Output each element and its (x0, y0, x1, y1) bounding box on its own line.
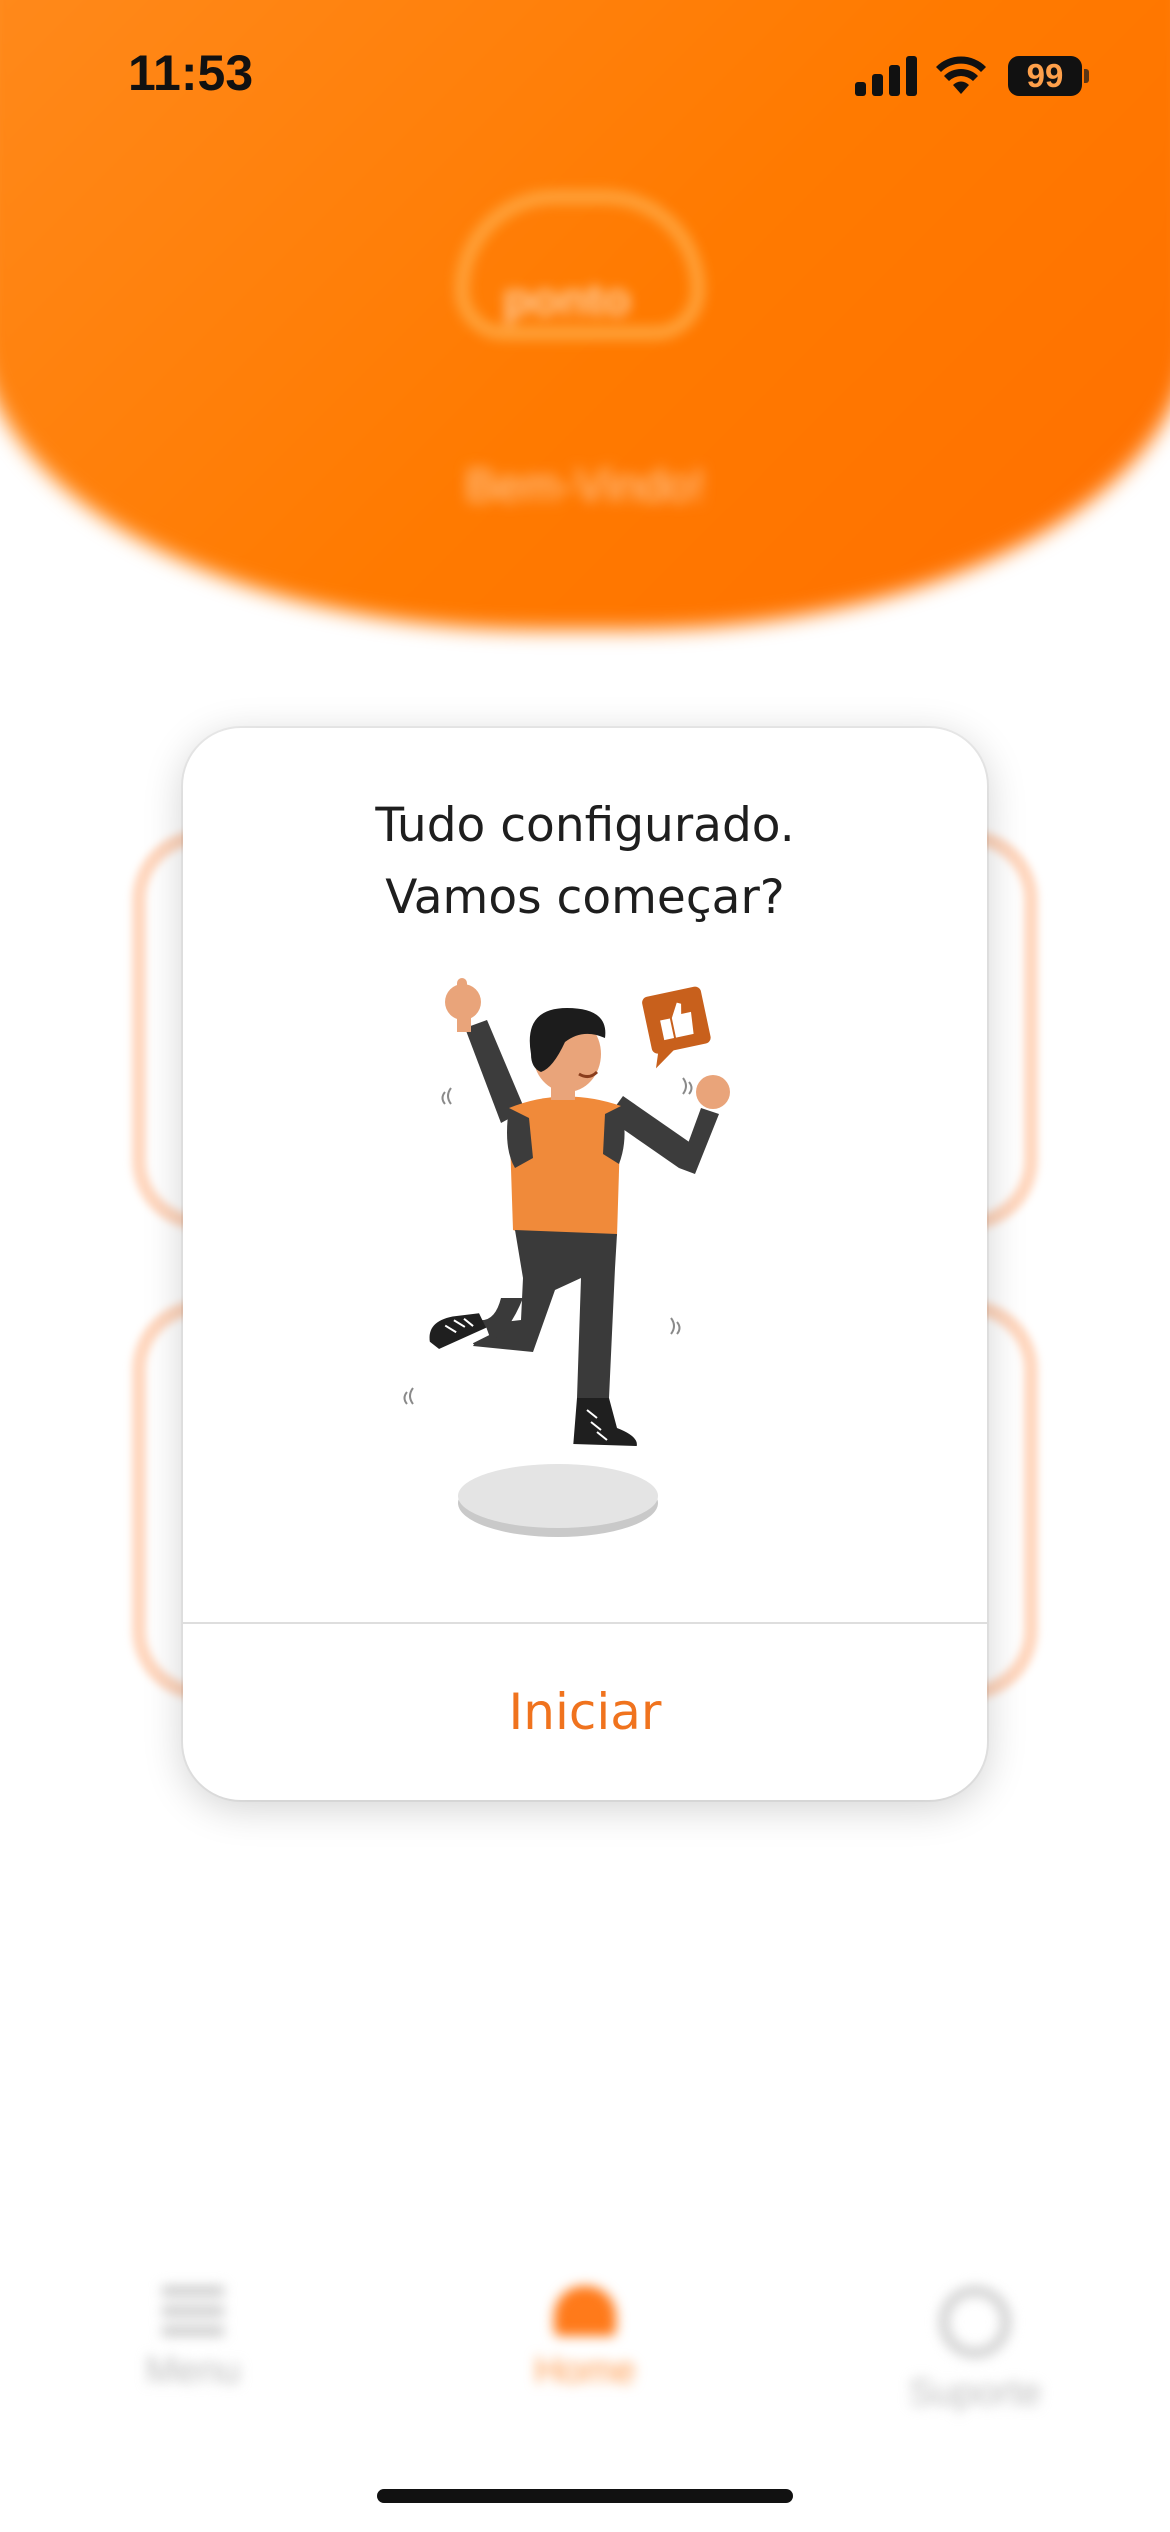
menu-icon (162, 2286, 224, 2336)
wifi-icon (936, 56, 986, 94)
home-indicator[interactable] (377, 2489, 793, 2503)
welcome-text: Bem-Vindo! (465, 459, 705, 511)
tab-label: Home (534, 2350, 636, 2392)
status-bar: 11:53 99 (0, 0, 1170, 150)
logo-wordmark: ponto (503, 273, 631, 325)
dialog-title-line-1: Tudo configurado. (375, 798, 795, 853)
celebrating-person-illustration (403, 978, 730, 1537)
dialog-title: Tudo configurado. Vamos começar? (183, 790, 987, 934)
start-button[interactable]: Iniciar (183, 1624, 987, 1800)
tab-menu[interactable]: Menu (93, 2250, 293, 2393)
app-logo: ponto (455, 190, 705, 340)
signal-icon (855, 56, 917, 96)
help-icon (939, 2286, 1011, 2358)
battery-icon: 99 (1008, 56, 1089, 96)
tab-home[interactable]: Home (485, 2250, 685, 2393)
onboarding-complete-dialog: Tudo configurado. Vamos começar? Iniciar (183, 728, 987, 1800)
dialog-title-line-2: Vamos começar? (385, 870, 785, 925)
tab-label: Suporte (908, 2372, 1042, 2414)
tab-label: Menu (145, 2350, 241, 2392)
status-time: 11:53 (128, 45, 254, 101)
tab-bar: Menu Home Suporte (0, 2250, 1170, 2414)
battery-level: 99 (1008, 56, 1082, 96)
home-icon (554, 2286, 616, 2336)
tab-support[interactable]: Suporte (875, 2250, 1075, 2415)
